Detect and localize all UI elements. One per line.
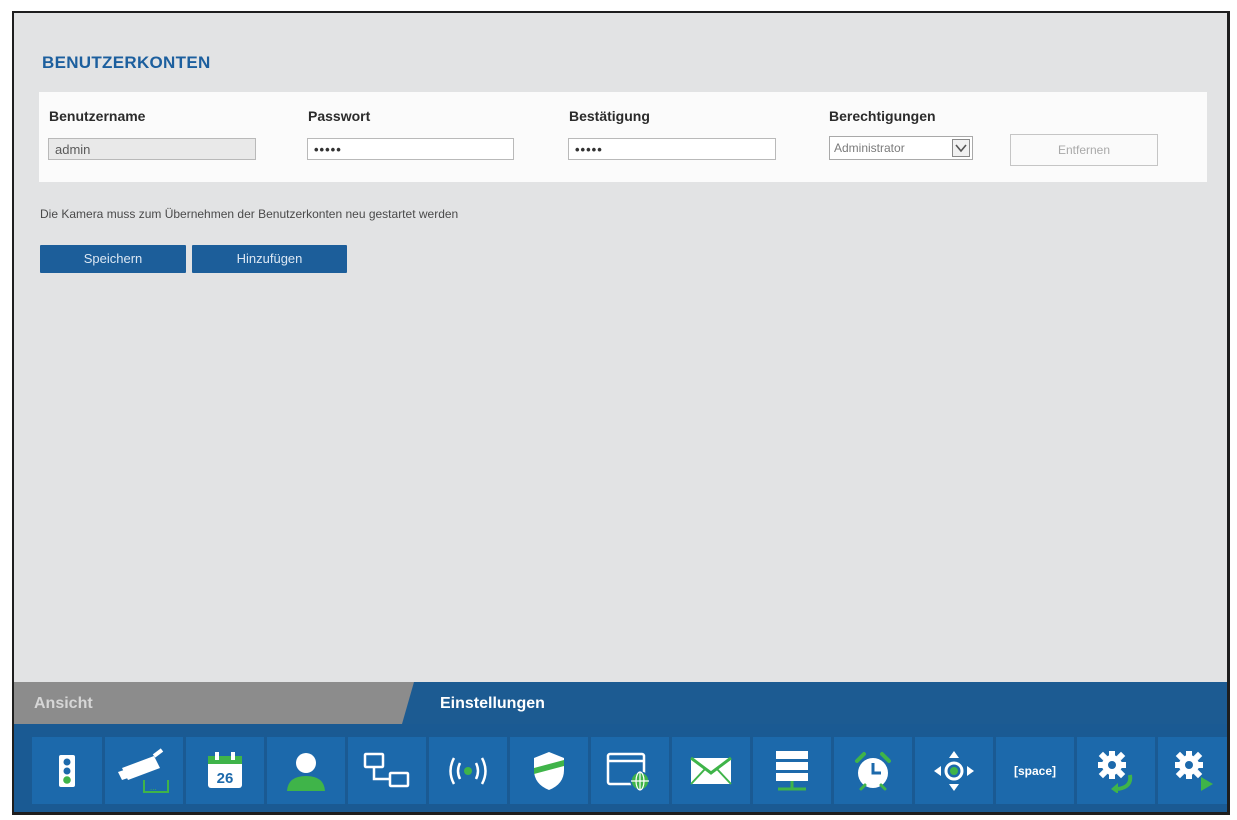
toolbar-mail-button[interactable] [672,737,750,804]
tab-view-label: Ansicht [34,695,93,712]
confirm-password-field[interactable]: ••••• [568,138,776,160]
toolbar-web-button[interactable] [591,737,669,804]
header-permissions: Berechtigungen [829,108,936,124]
save-button[interactable]: Speichern [40,245,186,273]
network-icon [363,752,410,787]
alarm-clock-icon [855,751,891,790]
permission-select[interactable]: Administrator [829,136,973,160]
toolbar-users-button[interactable] [267,737,345,804]
web-icon [606,752,650,791]
calendar-icon: 26 [208,751,242,788]
toolbar-space-button[interactable]: [space] [996,737,1074,804]
settings-refresh-icon [1098,750,1133,793]
header-username: Benutzername [49,108,146,124]
restart-note: Die Kamera muss zum Übernehmen der Benut… [40,207,459,221]
password-field[interactable]: ••••• [307,138,514,160]
page-title: BENUTZERKONTEN [42,53,211,72]
camera-web-ui: BENUTZERKONTEN Benutzername Passwort Bes… [14,13,1227,812]
toolbar-alarm-button[interactable] [834,737,912,804]
username-field[interactable]: admin [48,138,256,160]
add-button[interactable]: Hinzufügen [192,245,347,273]
header-confirm: Bestätigung [569,108,650,124]
storage-icon [776,750,808,790]
toolbar-network-button[interactable] [348,737,426,804]
toolbar-security-button[interactable] [510,737,588,804]
status-icon [59,754,75,787]
ptz-icon [934,750,974,791]
tab-settings[interactable]: Einstellungen [440,695,545,713]
toolbar-wireless-button[interactable] [429,737,507,804]
toolbar-camera-button[interactable]: ... [105,737,183,804]
mail-icon [690,756,732,785]
remove-button[interactable]: Entfernen [1010,134,1158,166]
camera-icon: ... [118,747,169,793]
svg-text:...: ... [150,783,157,792]
security-icon [534,751,564,790]
space-icon: [space] [1013,763,1057,778]
toolbar-advanced-button[interactable] [1158,737,1227,804]
header-password: Passwort [308,108,371,124]
calendar-day: 26 [217,770,234,787]
wireless-icon [449,756,487,785]
toolbar-ptz-button[interactable] [915,737,993,804]
screen-frame: BENUTZERKONTEN Benutzername Passwort Bes… [12,11,1230,815]
user-icon [287,752,325,791]
toolbar-schedule-button[interactable]: 26 [186,737,264,804]
chevron-down-icon[interactable] [952,139,970,157]
permission-value: Administrator [834,141,905,155]
toolbar-status-button[interactable] [32,737,102,804]
settings-play-icon [1174,750,1213,791]
toolbar-maintenance-button[interactable] [1077,737,1155,804]
toolbar-storage-button[interactable] [753,737,831,804]
